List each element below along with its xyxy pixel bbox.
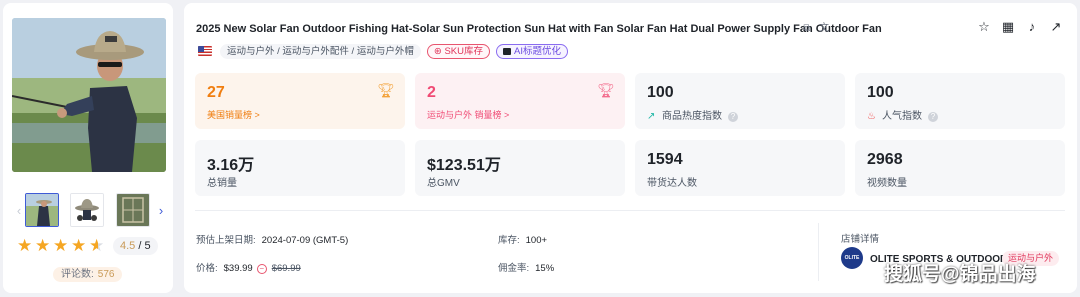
total-sales-label: 总销量 [207,178,237,189]
category-rank-link[interactable]: 运动与户外 销量榜 > [427,108,509,121]
heat-index-value: 100 [647,84,674,101]
thumbnail-3-image [117,194,149,226]
us-flag-icon [198,46,212,56]
creator-count-tile: 1594 带货达人数 [635,140,845,196]
heat-index-label: 商品热度指数 [662,111,722,122]
watermark-text: 搜狐号@锦品出海 [884,264,1036,285]
popularity-index-tile: 100 ♨ 人气指数? [855,73,1065,129]
rating-score: 4.5 [120,240,136,252]
external-link-icon[interactable]: ↗ [1049,20,1063,34]
star-icon: ★ [35,236,51,255]
thumbnail-1-image [26,194,58,226]
product-photo-illustration [12,18,166,172]
category-rank-value: 2 [427,84,436,101]
total-gmv-label: 总GMV [427,178,460,189]
stock-info: 库存: 100+ [498,232,547,246]
total-sales-value: 3.16万 [207,157,255,174]
price-value: $39.99 [223,263,253,274]
total-sales-tile: 3.16万 总销量 [195,140,405,196]
thumbnail-3[interactable] [116,193,150,227]
store-section-title: 店铺详情 [841,234,880,245]
rating-score-badge: 4.5 / 5 [113,237,158,255]
info-icon[interactable]: ? [928,112,938,122]
video-count-label: 视频数量 [867,178,907,189]
total-gmv-value: $123.51万 [427,157,501,174]
sku-tag-label: SKU库存 [444,45,483,57]
star-rating: ★ ★ ★ ★ ★ [17,236,105,255]
title-actions: ⧉ 文 [801,23,830,35]
commission-info: 佣金率: 15% [498,260,554,274]
half-star-icon: ★ [89,236,105,255]
total-gmv-tile: $123.51万 总GMV [415,140,625,196]
original-price: $69.99 [271,263,301,274]
review-count-label: 评论数: [61,269,94,280]
category-sales-rank-tile[interactable]: 2 运动与户外 销量榜 > 🏆︎ [415,73,625,129]
store-logo[interactable]: OLITE [841,247,863,269]
header-actions: ☆ ▦ ♪ ↗ [977,20,1063,34]
creator-count-label: 带货达人数 [647,178,697,189]
tiktok-icon[interactable]: ♪ [1025,20,1039,34]
us-rank-link[interactable]: 美国销量榜 > [207,108,260,121]
section-divider [195,210,1065,211]
product-detail-card: 2025 New Solar Fan Outdoor Fishing Hat-S… [184,3,1077,293]
trophy-icon: 🏆︎ [377,82,395,98]
sku-stock-tag[interactable]: ⊛ SKU库存 [426,43,490,59]
trend-icon: ↗ [647,111,656,122]
rating-max: / 5 [138,240,151,252]
creator-count-value: 1594 [647,151,683,168]
flame-icon: ♨ [867,111,876,122]
launch-date: 预估上架日期: 2024-07-09 (GMT-5) [196,232,348,246]
grid-icon[interactable]: ▦ [1001,20,1015,34]
us-rank-value: 27 [207,84,225,101]
video-count-value: 2968 [867,151,903,168]
product-title: 2025 New Solar Fan Outdoor Fishing Hat-S… [196,23,882,35]
heat-index-label-row: ↗ 商品热度指数? [647,107,738,122]
chevron-right-icon[interactable]: › [156,203,166,219]
price-down-icon: − [256,264,267,274]
translate-icon[interactable]: 文 [818,23,830,35]
star-icon: ★ [71,236,87,255]
commission-value: 15% [535,263,555,274]
video-count-tile: 2968 视频数量 [855,140,1065,196]
stock-key: 库存: [498,235,520,246]
thumbnail-strip: ‹ › [12,193,166,229]
star-icon: ★ [53,236,69,255]
heat-index-tile: 100 ↗ 商品热度指数? [635,73,845,129]
launch-date-key: 预估上架日期: [196,235,256,246]
review-count-badge: 评论数: 576 [53,267,123,282]
price-info: 价格: $39.99− $69.99 [196,260,301,274]
sku-icon: ⊛ [433,45,445,57]
popularity-index-label-row: ♨ 人气指数? [867,107,938,122]
trophy-icon: 🏆︎ [597,82,615,98]
star-outline-icon[interactable]: ☆ [977,20,991,34]
launch-date-value: 2024-07-09 (GMT-5) [261,235,349,246]
stock-value: 100+ [525,235,548,246]
price-key: 价格: [196,263,218,274]
category-breadcrumb[interactable]: 运动与户外 / 运动与户外配件 / 运动与户外帽 [220,43,421,59]
thumbnail-2-image [71,194,103,226]
store-divider [818,223,819,281]
ai-title-tag[interactable]: AI标题优化 [496,43,568,59]
review-count-value: 576 [97,269,115,280]
thumbnail-1[interactable] [25,193,59,227]
commission-key: 佣金率: [498,263,530,274]
ai-icon [503,47,511,55]
info-icon[interactable]: ? [728,112,738,122]
popularity-index-value: 100 [867,84,894,101]
chevron-left-icon[interactable]: ‹ [14,203,24,219]
product-main-image[interactable] [12,18,166,172]
copy-icon[interactable]: ⧉ [801,23,813,35]
star-icon: ★ [17,236,33,255]
popularity-index-label: 人气指数 [882,111,922,122]
thumbnail-2[interactable] [70,193,104,227]
ai-tag-label: AI标题优化 [514,45,561,57]
product-tags: 运动与户外 / 运动与户外配件 / 运动与户外帽 ⊛ SKU库存 AI标题优化 [198,43,568,59]
product-gallery-card: ‹ › ★ ★ ★ ★ ★ 4.5 / 5 评论数: 576 [3,3,173,293]
us-sales-rank-tile[interactable]: 27 美国销量榜 > 🏆︎ [195,73,405,129]
rating-row: ★ ★ ★ ★ ★ 4.5 / 5 [17,237,158,255]
